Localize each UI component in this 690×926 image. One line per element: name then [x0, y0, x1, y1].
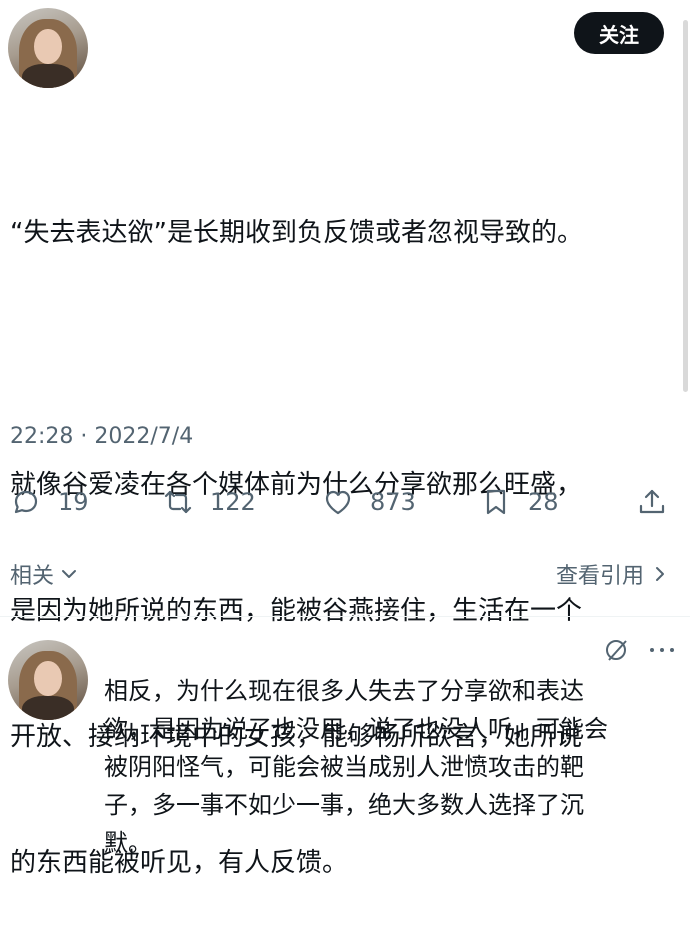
action-bar: 19 122 873 28: [0, 474, 690, 530]
bookmark-count: 28: [528, 488, 559, 516]
avatar-face: [34, 28, 62, 64]
avatar-shirt: [22, 696, 74, 720]
view-quotes-link[interactable]: 查看引用: [556, 558, 668, 590]
bookmark-button[interactable]: 28: [480, 474, 559, 530]
tweet-timestamp[interactable]: 22:28 · 2022/7/4: [10, 424, 193, 449]
reply-button[interactable]: 19: [10, 474, 89, 530]
avatar-face: [34, 660, 62, 696]
tweet-line: “失去表达欲”是长期收到负反馈或者忽视导致的。: [10, 218, 583, 248]
more-icon[interactable]: [648, 646, 676, 654]
reply-header-icons: [602, 636, 676, 664]
follow-button[interactable]: 关注: [574, 12, 664, 54]
chevron-right-icon: [656, 567, 664, 581]
avatar-shirt: [22, 64, 74, 88]
reply-line: 欲，是因为说了也没用，说了也没人听，可能会: [104, 715, 608, 743]
author-avatar[interactable]: [8, 8, 88, 88]
share-icon: [639, 489, 665, 514]
retweet-count: 122: [210, 488, 256, 516]
bookmark-icon: [486, 489, 506, 515]
reply-line: 子，多一事不如少一事，绝大多数人选择了沉: [104, 791, 584, 819]
divider: [0, 616, 690, 617]
related-link[interactable]: 相关: [10, 558, 78, 590]
retweet-button[interactable]: 122: [162, 474, 256, 530]
view-quotes-label: 查看引用: [555, 564, 644, 589]
reply-text: 相反，为什么现在很多人失去了分享欲和表达 欲，是因为说了也没用，说了也没人听，可…: [104, 672, 674, 862]
tweet-line: 是因为她所说的东西，能被谷燕接住，生活在一个: [10, 596, 583, 626]
like-button[interactable]: 873: [322, 474, 416, 530]
reply-count: 19: [58, 488, 89, 516]
reply-author-avatar[interactable]: [8, 640, 88, 720]
share-button[interactable]: [636, 474, 668, 530]
reply-line: 默。: [104, 829, 152, 857]
scrollbar[interactable]: [683, 20, 688, 392]
chevron-down-icon: [62, 570, 77, 578]
related-label: 相关: [10, 564, 55, 589]
reply-line: 相反，为什么现在很多人失去了分享欲和表达: [104, 677, 584, 705]
reply-line: 被阴阳怪气，可能会被当成别人泄愤攻击的靶: [104, 753, 584, 781]
comment-icon: [14, 490, 38, 514]
grok-icon[interactable]: [602, 636, 630, 664]
heart-icon: [325, 490, 351, 515]
like-count: 873: [370, 488, 416, 516]
retweet-icon: [164, 490, 192, 514]
